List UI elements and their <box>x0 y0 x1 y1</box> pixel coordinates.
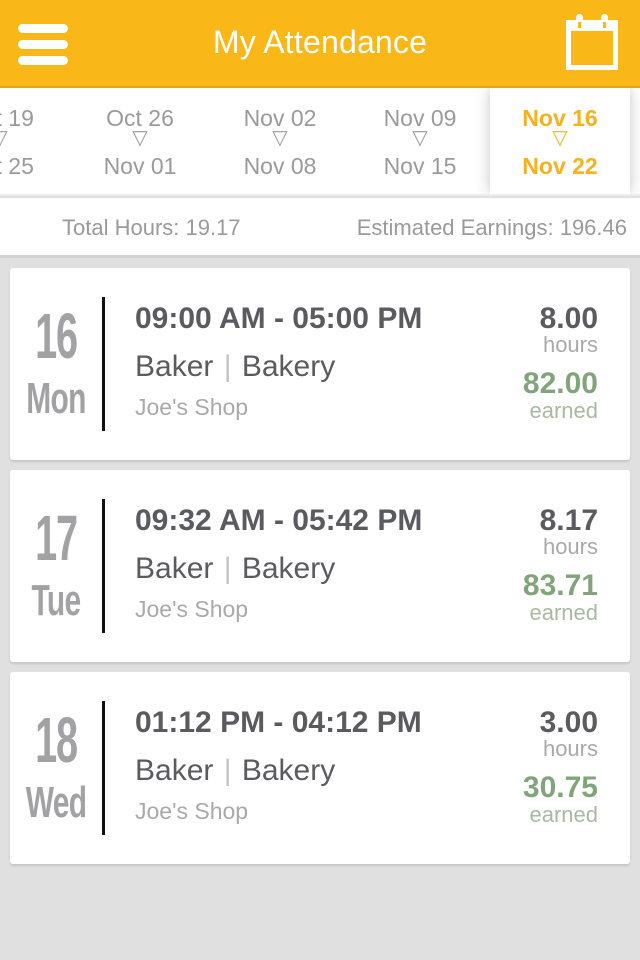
attendance-card[interactable]: 16 Mon 09:00 AM - 05:00 PM Baker | Baker… <box>10 268 630 460</box>
week-selector: Oct 19 ▽ Oct 25 Oct 26 ▽ Nov 01 Nov 02 ▽… <box>0 88 640 196</box>
down-triangle-icon: ▽ <box>0 128 70 148</box>
shift-time: 09:32 AM - 05:42 PM <box>135 504 423 537</box>
role-department: Baker | Bakery <box>135 552 336 585</box>
week-tab-active[interactable]: Nov 16 ▽ Nov 22 <box>490 88 630 194</box>
earned-value: 83.71 <box>522 569 598 602</box>
shop-name: Joe's Shop <box>135 596 249 622</box>
week-tab[interactable]: Nov 02 ▽ Nov 08 <box>210 88 350 194</box>
weekday: Tue <box>31 576 82 625</box>
down-triangle-icon: ▽ <box>552 127 568 149</box>
shift-time: 09:00 AM - 05:00 PM <box>135 302 423 335</box>
earned-label: earned <box>529 398 598 423</box>
hours-value: 8.17 <box>539 504 598 537</box>
total-hours: Total Hours: 19.17 <box>62 215 241 240</box>
divider <box>102 701 105 835</box>
day-number: 18 <box>35 704 78 776</box>
attendance-card[interactable]: 18 Wed 01:12 PM - 04:12 PM Baker | Baker… <box>10 672 630 864</box>
page-title: My Attendance <box>212 24 428 60</box>
day-number: 16 <box>35 300 78 372</box>
calendar-icon[interactable] <box>563 14 621 72</box>
estimated-earnings: Estimated Earnings: 196.46 <box>356 215 627 240</box>
role-department: Baker | Bakery <box>135 350 336 383</box>
earned-label: earned <box>529 802 598 827</box>
app-header: My Attendance <box>0 0 640 88</box>
down-triangle-icon: ▽ <box>412 127 428 149</box>
summary-bar: Total Hours: 19.17 Estimated Earnings: 1… <box>0 198 640 258</box>
earned-label: earned <box>529 600 598 625</box>
divider <box>102 499 105 633</box>
week-tab[interactable]: Oct 26 ▽ Nov 01 <box>70 88 210 194</box>
week-tab[interactable]: Oct 19 ▽ Oct 25 <box>0 88 70 194</box>
hours-label: hours <box>542 332 598 357</box>
weekday: Wed <box>25 778 87 827</box>
hours-label: hours <box>542 736 598 761</box>
attendance-card[interactable]: 17 Tue 09:32 AM - 05:42 PM Baker | Baker… <box>10 470 630 662</box>
down-triangle-icon: ▽ <box>272 127 288 149</box>
divider <box>102 297 105 431</box>
role-department: Baker | Bakery <box>135 754 336 787</box>
shop-name: Joe's Shop <box>135 798 249 824</box>
day-number: 17 <box>35 502 78 574</box>
shop-name: Joe's Shop <box>135 394 249 420</box>
earned-value: 82.00 <box>522 367 598 400</box>
week-tab[interactable]: Nov 09 ▽ Nov 15 <box>350 88 490 194</box>
earned-value: 30.75 <box>522 771 598 804</box>
hours-value: 8.00 <box>539 302 598 335</box>
weekday: Mon <box>26 374 86 423</box>
hours-label: hours <box>542 534 598 559</box>
shift-time: 01:12 PM - 04:12 PM <box>135 706 422 739</box>
hours-value: 3.00 <box>539 706 598 739</box>
down-triangle-icon: ▽ <box>132 127 148 149</box>
